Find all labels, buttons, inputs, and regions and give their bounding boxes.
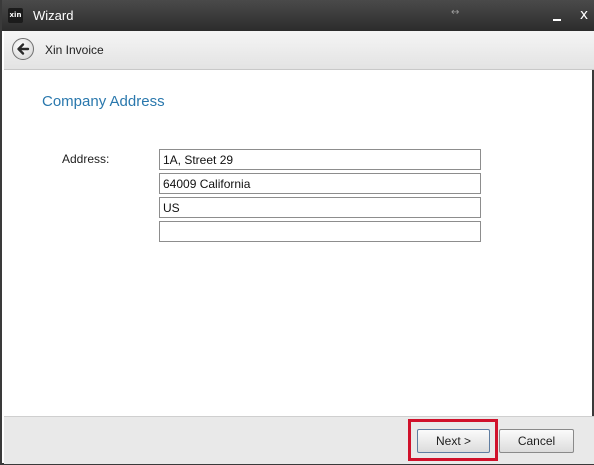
back-button[interactable] (12, 38, 34, 60)
address-line-4-field[interactable] (159, 221, 481, 242)
minimize-icon[interactable] (548, 5, 568, 25)
address-line-3-field[interactable] (159, 197, 481, 218)
wizard-window: xin Wizard ↔ x Xin Invoice Company Addre… (0, 0, 594, 465)
address-label: Address: (62, 152, 110, 166)
address-line-2-field[interactable] (159, 173, 481, 194)
wizard-header: Xin Invoice (4, 31, 594, 70)
cancel-button[interactable]: Cancel (499, 429, 574, 453)
page-title: Company Address (42, 93, 165, 110)
title-bar[interactable]: xin Wizard ↔ x (2, 0, 594, 31)
app-name: Xin Invoice (45, 43, 104, 57)
resize-grip-icon[interactable]: ↔ (451, 7, 459, 18)
close-icon[interactable]: x (574, 5, 594, 25)
app-logo-icon: xin (8, 8, 23, 23)
back-arrow-icon (17, 43, 30, 55)
window-title: Wizard (33, 8, 74, 23)
next-button[interactable]: Next > (417, 429, 490, 453)
address-line-1-field[interactable] (159, 149, 481, 170)
